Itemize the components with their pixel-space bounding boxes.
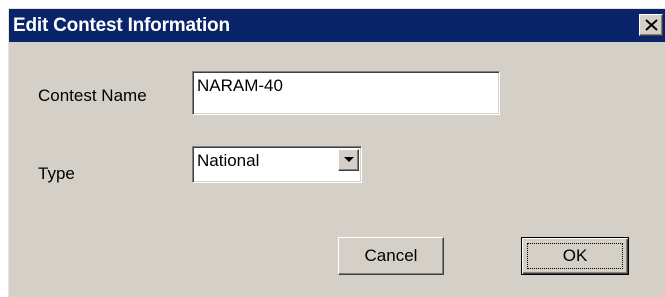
close-icon	[645, 19, 658, 31]
dialog-title: Edit Contest Information	[13, 15, 230, 36]
contest-name-value: NARAM-40	[197, 76, 283, 95]
type-dropdown-button[interactable]	[338, 149, 359, 171]
contest-name-input[interactable]: NARAM-40	[192, 71, 500, 115]
edit-contest-dialog: Edit Contest Information Contest Name NA…	[8, 8, 665, 297]
cancel-button-label: Cancel	[364, 246, 418, 265]
contest-name-label: Contest Name	[38, 86, 147, 105]
type-label: Type	[38, 164, 75, 183]
title-bar[interactable]: Edit Contest Information	[9, 9, 665, 42]
ok-button[interactable]: OK	[521, 237, 629, 275]
type-dropdown[interactable]: National	[192, 146, 362, 183]
chevron-down-icon	[344, 157, 354, 162]
cancel-button[interactable]: Cancel	[338, 237, 444, 275]
close-button[interactable]	[639, 14, 663, 36]
type-value: National	[197, 151, 260, 170]
focus-rectangle	[527, 243, 623, 269]
